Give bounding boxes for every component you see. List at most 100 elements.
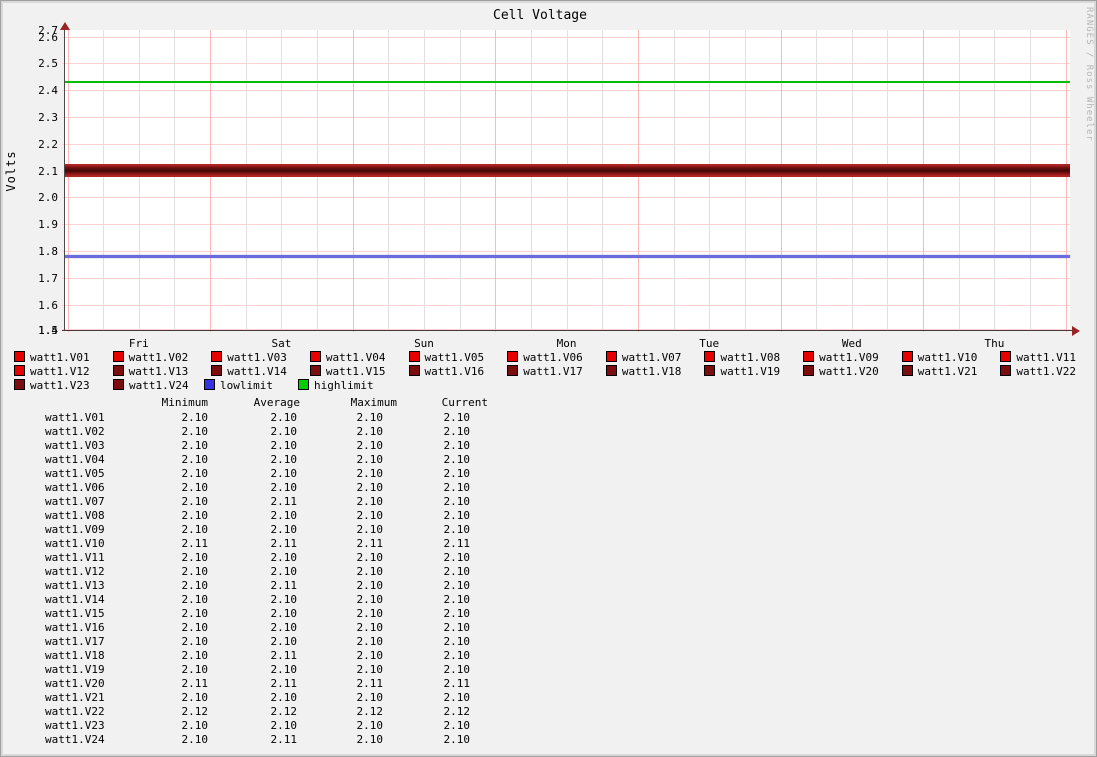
legend-swatch-icon xyxy=(14,379,25,390)
table-cell-value: 2.12 xyxy=(138,705,208,719)
x-tick-label: Mon xyxy=(545,338,589,350)
table-cell-value: 2.11 xyxy=(227,537,297,551)
legend-item: watt1.V22 xyxy=(1000,365,1076,377)
table-cell-value: 2.10 xyxy=(400,453,470,467)
x-tick-label: Sat xyxy=(259,338,303,350)
legend-item: watt1.V10 xyxy=(902,351,978,363)
legend-swatch-icon xyxy=(113,379,124,390)
gridline-6h xyxy=(745,30,746,330)
legend-label: watt1.V17 xyxy=(523,365,583,378)
legend-item: watt1.V15 xyxy=(310,365,386,377)
legend-item: highlimit xyxy=(298,379,374,391)
table-cell-value: 2.10 xyxy=(138,509,208,523)
table-cell-value: 2.10 xyxy=(138,691,208,705)
table-cell-value: 2.10 xyxy=(313,425,383,439)
legend-label: watt1.V23 xyxy=(30,379,90,392)
table-cell-value: 2.10 xyxy=(400,691,470,705)
gridline-6h xyxy=(674,30,675,330)
y-tick-label: 2.5 xyxy=(20,58,58,69)
y-axis-title: Volts xyxy=(4,136,18,206)
table-cell-value: 2.10 xyxy=(313,733,383,747)
table-row: watt1.V122.102.102.102.10 xyxy=(0,565,560,579)
gridline-6h xyxy=(103,30,104,330)
legend-swatch-icon xyxy=(14,365,25,376)
legend-label: watt1.V10 xyxy=(918,351,978,364)
y-tick-label: 1.9 xyxy=(20,219,58,230)
table-cell-value: 2.10 xyxy=(227,453,297,467)
table-cell-value: 2.10 xyxy=(138,565,208,579)
table-cell-value: 2.10 xyxy=(313,453,383,467)
table-cell-value: 2.10 xyxy=(227,719,297,733)
legend-item: watt1.V13 xyxy=(113,365,189,377)
legend-label: watt1.V01 xyxy=(30,351,90,364)
table-row: watt1.V172.102.102.102.10 xyxy=(0,635,560,649)
legend-item: watt1.V14 xyxy=(211,365,287,377)
table-header-cell: Average xyxy=(220,396,300,410)
legend-item: lowlimit xyxy=(204,379,273,391)
table-cell-value: 2.10 xyxy=(227,593,297,607)
table-cell-value: 2.11 xyxy=(227,733,297,747)
x-tick-label: Fri xyxy=(117,338,161,350)
legend-item: watt1.V03 xyxy=(211,351,287,363)
table-row: watt1.V242.102.112.102.10 xyxy=(0,733,560,747)
table-cell-value: 2.11 xyxy=(227,677,297,691)
x-axis-arrow-icon xyxy=(1072,326,1080,336)
legend-swatch-icon xyxy=(902,365,913,376)
legend-swatch-icon xyxy=(298,379,309,390)
legend-swatch-icon xyxy=(803,365,814,376)
table-row: watt1.V112.102.102.102.10 xyxy=(0,551,560,565)
table-cell-value: 2.10 xyxy=(138,439,208,453)
y-tick-label: 2.3 xyxy=(20,112,58,123)
gridline-6h xyxy=(317,30,318,330)
table-cell-value: 2.11 xyxy=(138,677,208,691)
legend-label: watt1.V15 xyxy=(326,365,386,378)
legend-item: watt1.V01 xyxy=(14,351,90,363)
graph-title: Cell Voltage xyxy=(0,8,1080,23)
table-row: watt1.V022.102.102.102.10 xyxy=(0,425,560,439)
y-tick-label: 1.7 xyxy=(20,273,58,284)
y-tick-label: 2.6 xyxy=(20,32,58,43)
legend-item: watt1.V09 xyxy=(803,351,879,363)
legend-item: watt1.V17 xyxy=(507,365,583,377)
rrd-graph-image: Cell Voltage RANGES / Ross Wheeler Volts… xyxy=(0,0,1097,757)
table-cell-value: 2.10 xyxy=(400,523,470,537)
table-cell-value: 2.11 xyxy=(138,537,208,551)
legend-label: watt1.V12 xyxy=(30,365,90,378)
table-cell-value: 2.10 xyxy=(313,649,383,663)
table-cell-value: 2.10 xyxy=(138,607,208,621)
y-axis-arrow-icon xyxy=(60,22,70,30)
legend-swatch-icon xyxy=(704,365,715,376)
gridline-6h xyxy=(816,30,817,330)
x-tick-label: Wed xyxy=(830,338,874,350)
table-row: watt1.V162.102.102.102.10 xyxy=(0,621,560,635)
table-row: watt1.V222.122.122.122.12 xyxy=(0,705,560,719)
table-header-row: MinimumAverageMaximumCurrent xyxy=(0,396,560,410)
table-cell-value: 2.12 xyxy=(227,705,297,719)
x-axis-line xyxy=(62,330,1072,331)
legend-swatch-icon xyxy=(704,351,715,362)
legend-label: watt1.V24 xyxy=(129,379,189,392)
gridline-6h xyxy=(887,30,888,330)
legend-label: lowlimit xyxy=(220,379,273,392)
table-row: watt1.V032.102.102.102.10 xyxy=(0,439,560,453)
legend-swatch-icon xyxy=(113,351,124,362)
cell-voltage-band xyxy=(65,164,1070,177)
table-cell-value: 2.10 xyxy=(138,523,208,537)
legend-label: watt1.V03 xyxy=(227,351,287,364)
table-cell-value: 2.10 xyxy=(313,439,383,453)
x-tick-label: Tue xyxy=(687,338,731,350)
y-tick-label: 2.4 xyxy=(20,85,58,96)
legend-swatch-icon xyxy=(409,365,420,376)
gridline-day-boundary xyxy=(68,30,69,332)
table-row: watt1.V142.102.102.102.10 xyxy=(0,593,560,607)
table-cell-value: 2.11 xyxy=(400,677,470,691)
table-cell-value: 2.10 xyxy=(313,551,383,565)
legend-label: watt1.V14 xyxy=(227,365,287,378)
gridline-6h xyxy=(174,30,175,330)
table-cell-value: 2.11 xyxy=(227,649,297,663)
legend-label: watt1.V05 xyxy=(425,351,485,364)
table-cell-value: 2.10 xyxy=(313,523,383,537)
legend-swatch-icon xyxy=(803,351,814,362)
gridline-6h xyxy=(388,30,389,330)
legend-swatch-icon xyxy=(14,351,25,362)
